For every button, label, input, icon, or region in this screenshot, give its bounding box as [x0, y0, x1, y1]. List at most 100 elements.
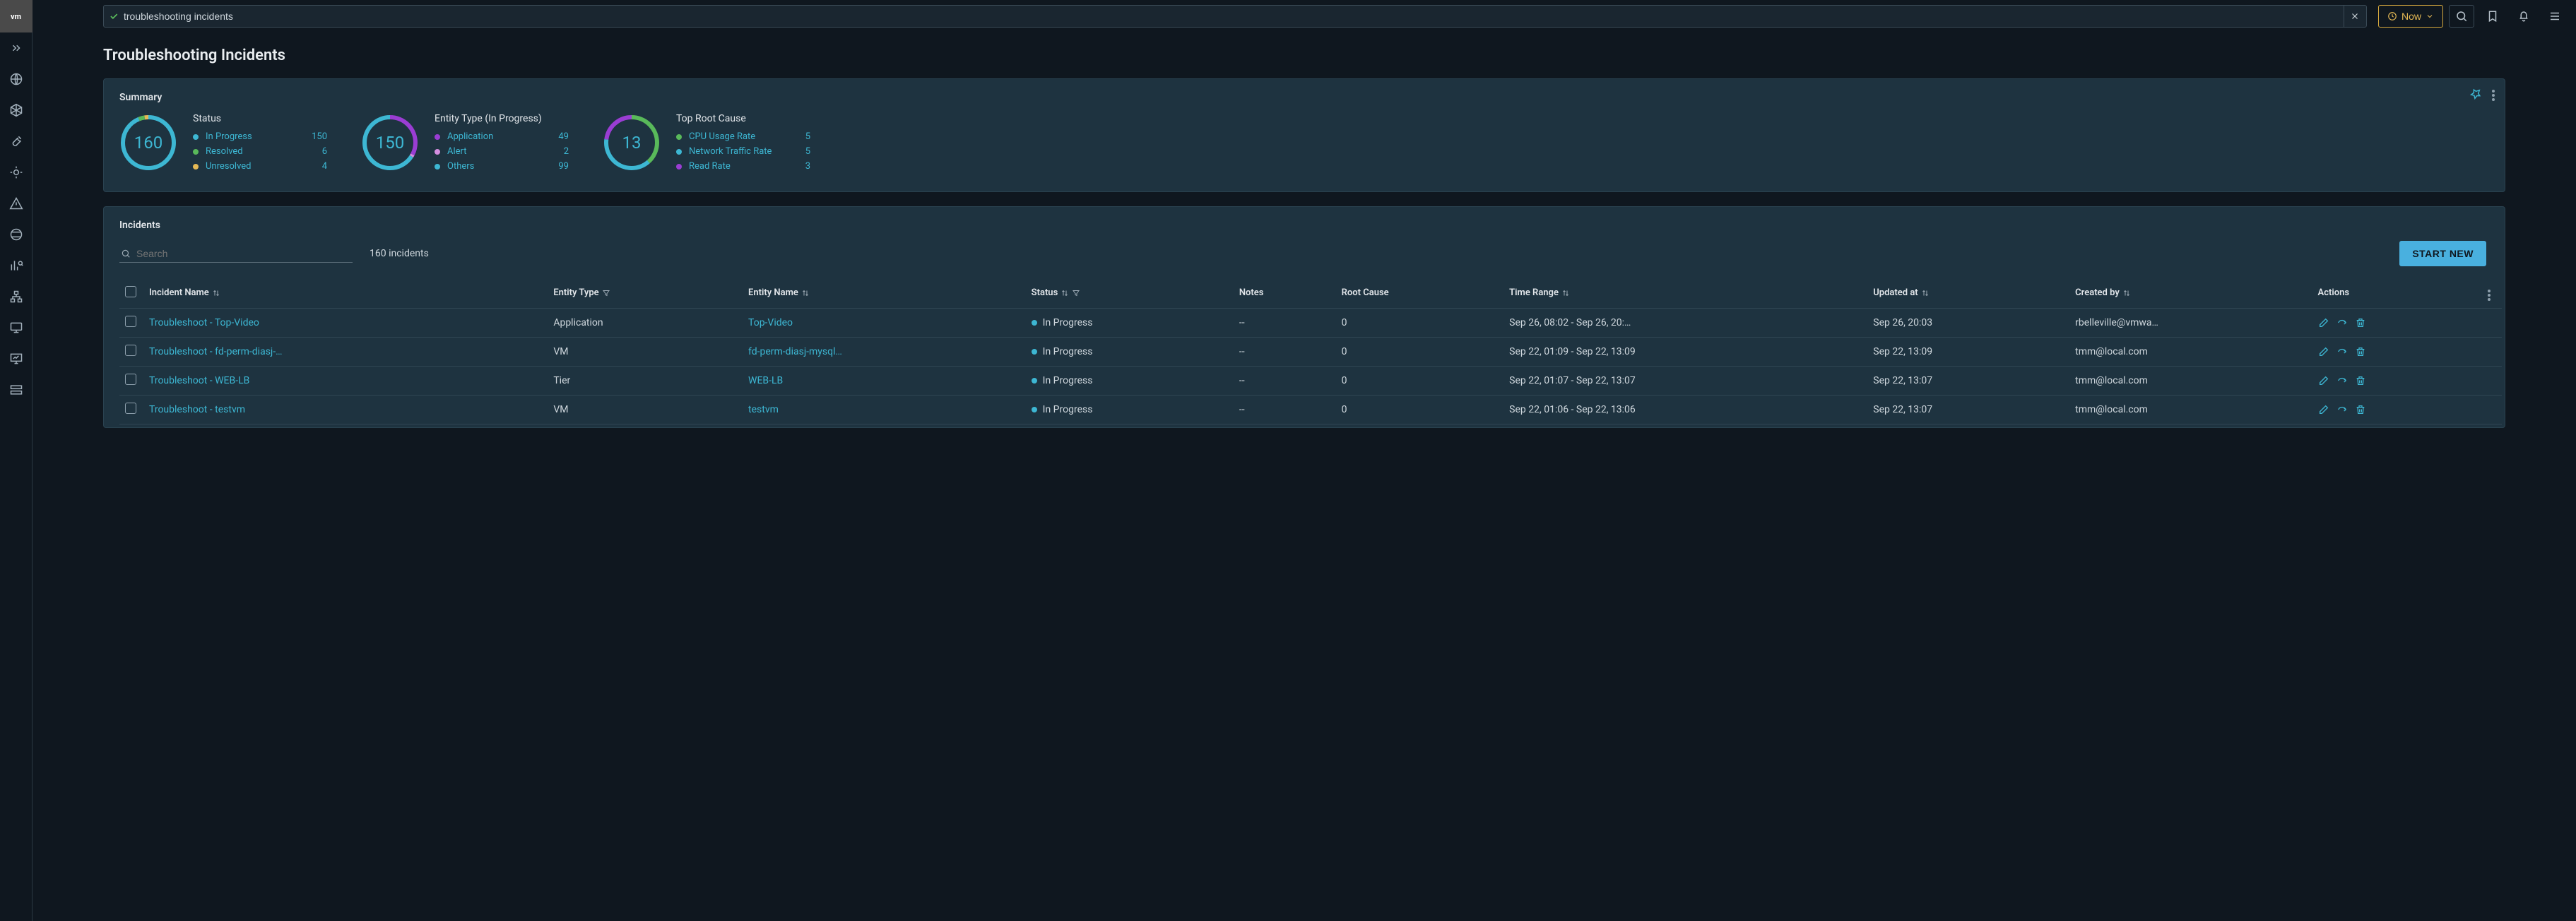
legend-label: Network Traffic Rate — [689, 146, 784, 157]
storage-icon[interactable] — [0, 374, 33, 405]
edit-icon[interactable] — [2318, 375, 2329, 386]
share-icon[interactable] — [2336, 346, 2348, 357]
created-by-cell: tmm@local.com — [2069, 396, 2312, 424]
sort-icon[interactable] — [801, 289, 810, 297]
delete-icon[interactable] — [2355, 404, 2366, 415]
delete-icon[interactable] — [2355, 317, 2366, 328]
network-icon[interactable] — [0, 219, 33, 250]
cube-icon[interactable] — [0, 95, 33, 126]
search-icon — [121, 249, 131, 259]
share-icon[interactable] — [2336, 375, 2348, 386]
monitor-icon[interactable] — [0, 312, 33, 343]
delete-icon[interactable] — [2355, 375, 2366, 386]
delete-icon[interactable] — [2355, 346, 2366, 357]
time-range-button[interactable]: Now — [2378, 5, 2443, 28]
row-checkbox[interactable] — [125, 345, 136, 356]
clear-search-icon[interactable] — [2344, 5, 2366, 28]
incident-name-link[interactable]: Troubleshoot - Top-Video — [149, 317, 259, 328]
entity-name-link[interactable]: Top-Video — [748, 317, 793, 328]
time-range-cell: Sep 22, 01:07 - Sep 22, 13:07 — [1503, 367, 1867, 396]
col-entity-type: Entity Type — [548, 278, 743, 309]
legend-value: 99 — [549, 161, 569, 172]
incident-name-link[interactable]: Troubleshoot - fd-perm-diasj-… — [149, 346, 283, 357]
card-menu-icon[interactable] — [2492, 90, 2495, 101]
legend-title: Status — [193, 113, 327, 124]
chart-search-icon[interactable] — [0, 250, 33, 281]
presentation-icon[interactable] — [0, 343, 33, 374]
status-cell: In Progress — [1032, 404, 1228, 415]
sort-icon[interactable] — [212, 289, 220, 297]
globe-icon[interactable] — [0, 64, 33, 95]
legend-row[interactable]: Alert 2 — [435, 146, 569, 157]
created-by-cell: rbelleville@vmwa… — [2069, 309, 2312, 338]
sort-icon[interactable] — [1060, 289, 1069, 297]
pin-icon[interactable] — [2469, 88, 2482, 103]
legend-dot — [193, 134, 199, 140]
legend-label: In Progress — [206, 131, 300, 142]
col-root-cause: Root Cause — [1336, 278, 1504, 309]
donut-center-value: 13 — [603, 114, 661, 172]
row-actions — [2318, 375, 2476, 386]
status-dot — [1032, 407, 1037, 412]
incidents-title: Incidents — [119, 220, 2502, 231]
donut-chart: 150 — [361, 114, 419, 172]
hierarchy-icon[interactable] — [0, 281, 33, 312]
entity-name-link[interactable]: fd-perm-diasj-mysql… — [748, 346, 842, 357]
legend-dot — [193, 149, 199, 155]
select-all-checkbox[interactable] — [125, 286, 136, 297]
legend-label: Application — [447, 131, 542, 142]
donut-center-value: 160 — [119, 114, 177, 172]
start-new-button[interactable]: START NEW — [2399, 241, 2486, 266]
created-by-cell: tmm@local.com — [2069, 367, 2312, 396]
legend-row[interactable]: Read Rate 3 — [676, 161, 810, 172]
tools-icon[interactable] — [0, 126, 33, 157]
legend-row[interactable]: Network Traffic Rate 5 — [676, 146, 810, 157]
row-checkbox[interactable] — [125, 403, 136, 414]
legend-block: Status In Progress 150 Resolved 6 Unreso… — [193, 113, 327, 172]
legend-value: 6 — [307, 146, 327, 157]
filter-icon[interactable] — [602, 289, 610, 297]
sort-icon[interactable] — [1561, 289, 1570, 297]
filter-icon[interactable] — [1072, 289, 1080, 297]
share-icon[interactable] — [2336, 317, 2348, 328]
legend-row[interactable]: Others 99 — [435, 161, 569, 172]
table-row: Troubleshoot - Top-Video Application Top… — [119, 309, 2502, 338]
edit-icon[interactable] — [2318, 404, 2329, 415]
incidents-search-input[interactable] — [136, 248, 351, 259]
legend-dot — [435, 164, 440, 170]
chevron-down-icon — [2426, 12, 2434, 20]
bell-icon[interactable] — [2511, 5, 2536, 28]
share-icon[interactable] — [2336, 404, 2348, 415]
time-range-cell: Sep 22, 01:06 - Sep 22, 13:06 — [1503, 396, 1867, 424]
bookmark-icon[interactable] — [2480, 5, 2505, 28]
status-dot — [1032, 378, 1037, 384]
menu-icon[interactable] — [2542, 5, 2568, 28]
global-search-input[interactable] — [124, 11, 2344, 22]
entity-type-cell: VM — [548, 396, 743, 424]
legend-row[interactable]: In Progress 150 — [193, 131, 327, 142]
incident-name-link[interactable]: Troubleshoot - testvm — [149, 404, 245, 415]
legend-row[interactable]: CPU Usage Rate 5 — [676, 131, 810, 142]
entity-name-link[interactable]: testvm — [748, 404, 779, 415]
alert-icon[interactable] — [0, 188, 33, 219]
sort-icon[interactable] — [1921, 289, 1930, 297]
sort-icon[interactable] — [2122, 289, 2131, 297]
global-search[interactable] — [103, 5, 2367, 28]
target-icon[interactable] — [0, 157, 33, 188]
legend-value: 5 — [791, 131, 810, 142]
edit-icon[interactable] — [2318, 346, 2329, 357]
row-checkbox[interactable] — [125, 316, 136, 327]
incident-name-link[interactable]: Troubleshoot - WEB-LB — [149, 375, 249, 386]
legend-value: 5 — [791, 146, 810, 157]
legend-row[interactable]: Application 49 — [435, 131, 569, 142]
legend-row[interactable]: Resolved 6 — [193, 146, 327, 157]
column-settings-icon[interactable] — [2488, 290, 2491, 301]
expand-sidebar-icon[interactable] — [0, 32, 33, 64]
legend-row[interactable]: Unresolved 4 — [193, 161, 327, 172]
edit-icon[interactable] — [2318, 317, 2329, 328]
incidents-search[interactable] — [119, 245, 353, 263]
entity-name-link[interactable]: WEB-LB — [748, 375, 783, 386]
search-button[interactable] — [2449, 5, 2474, 28]
row-checkbox[interactable] — [125, 374, 136, 385]
vmware-logo: vm — [0, 0, 33, 32]
